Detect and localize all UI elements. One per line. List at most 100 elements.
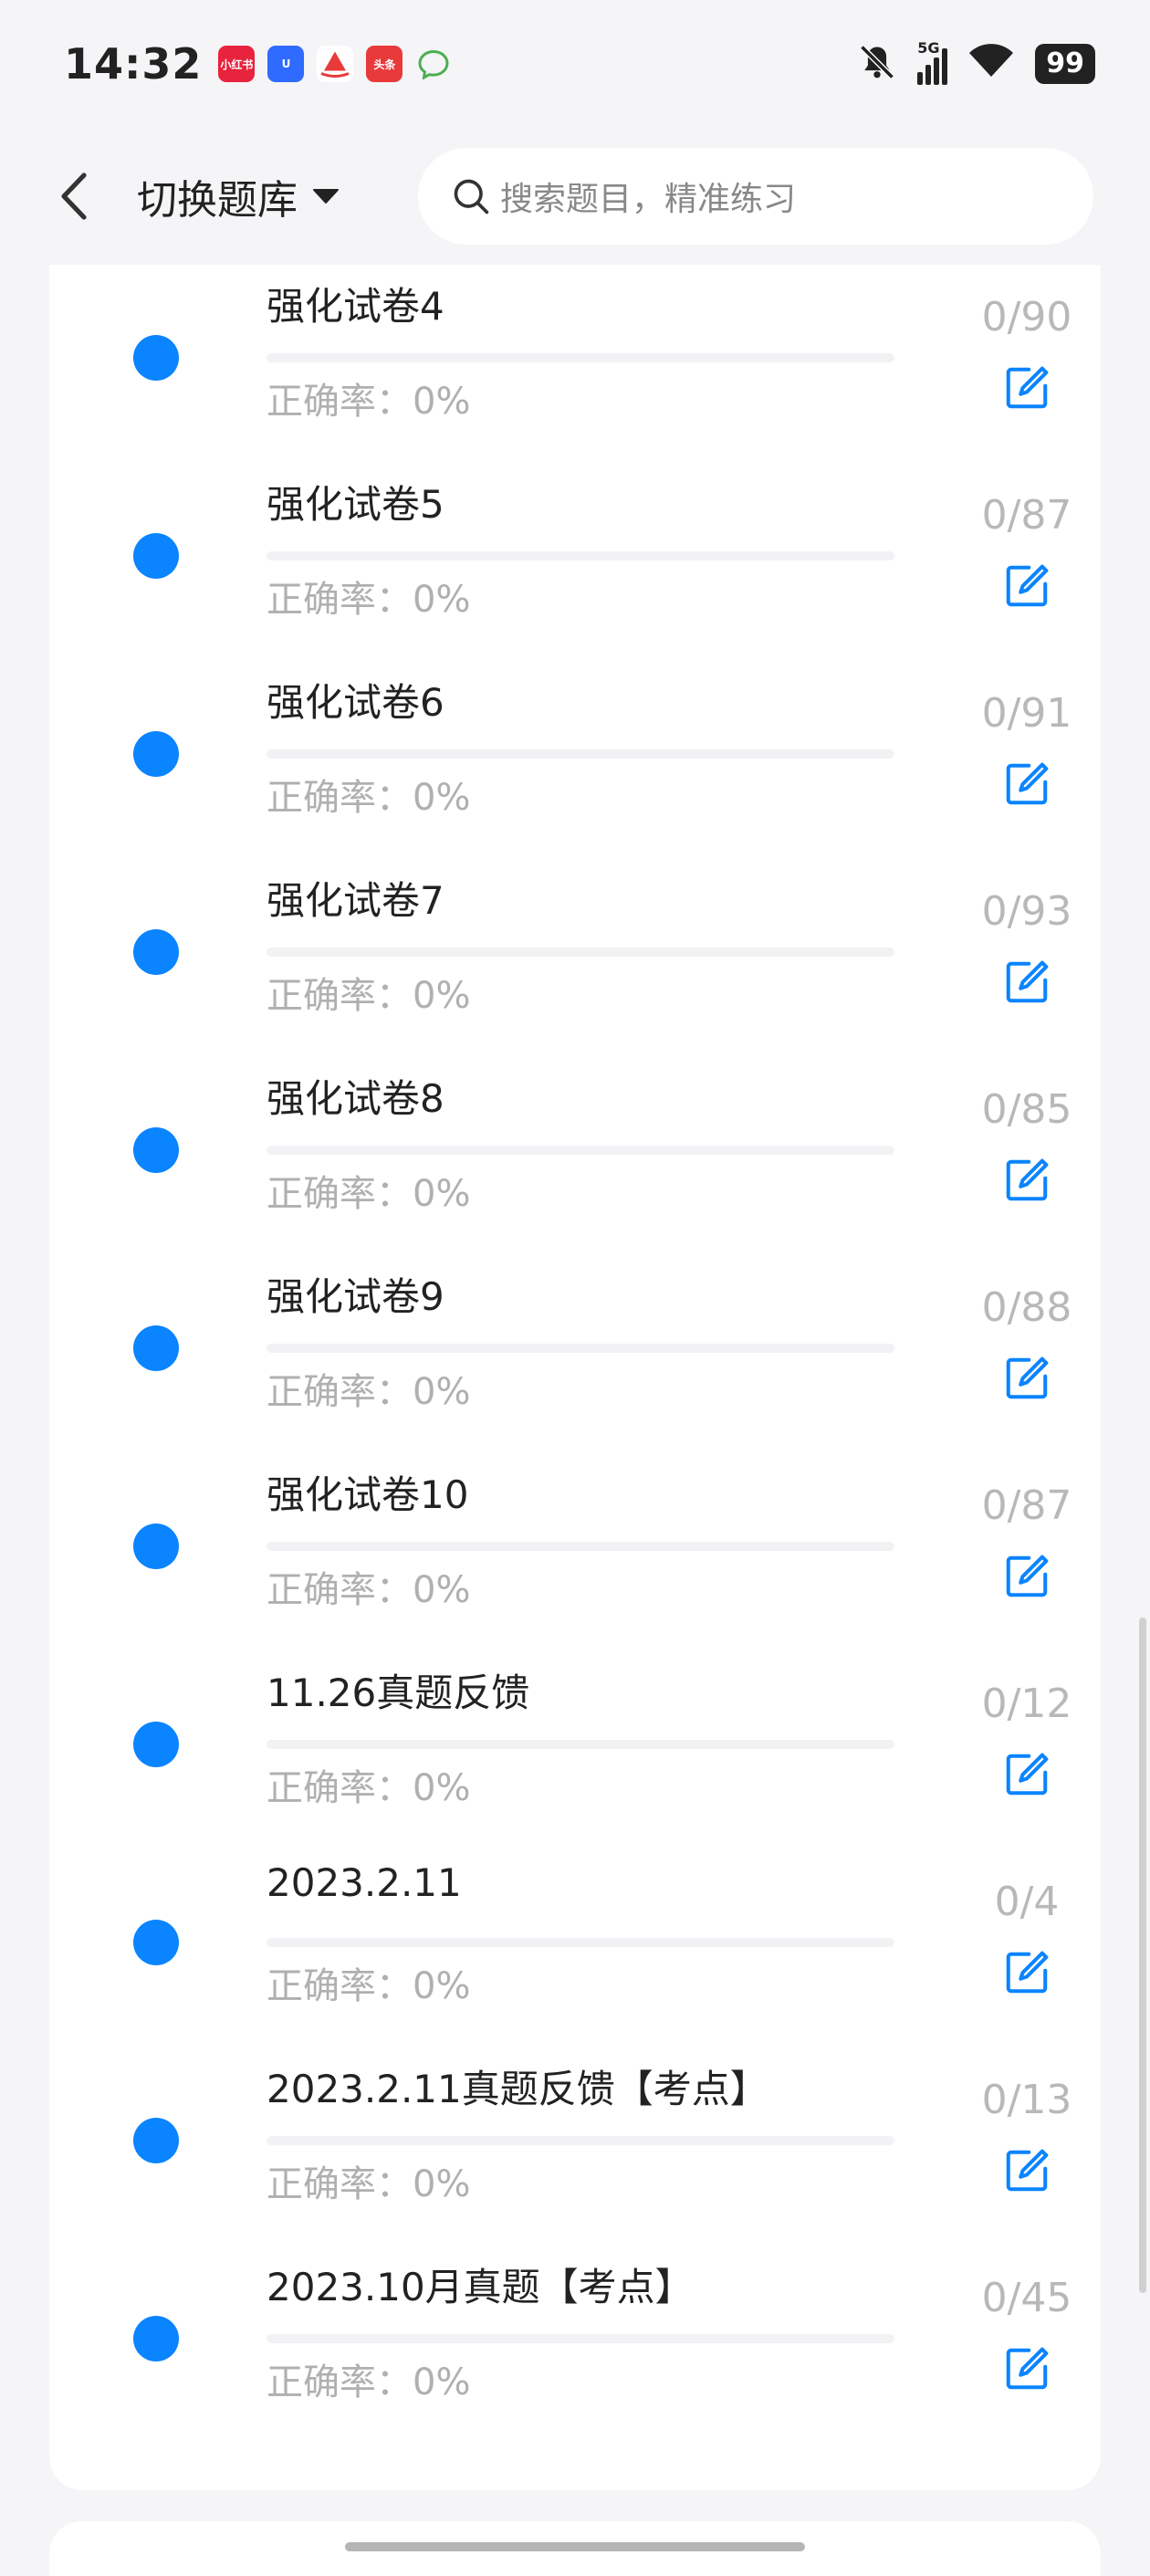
status-dot xyxy=(133,335,179,381)
edit-icon xyxy=(1006,2149,1049,2192)
practice-button[interactable] xyxy=(995,1346,1059,1410)
search-input[interactable]: 搜索题目，精准练习 xyxy=(418,148,1093,245)
search-placeholder: 搜索题目，精准练习 xyxy=(500,181,797,218)
progress-bar xyxy=(267,1938,894,1947)
exam-list-item[interactable]: 强化试卷10 正确率：0% 0/87 xyxy=(49,1448,1101,1646)
exam-list-item[interactable]: 2023.2.11 正确率：0% 0/4 xyxy=(49,1844,1101,2042)
exam-list-item[interactable]: 强化试卷8 正确率：0% 0/85 xyxy=(49,1052,1101,1250)
practice-button[interactable] xyxy=(995,356,1059,420)
exam-title: 2023.2.11 xyxy=(267,1860,462,1905)
scrollbar[interactable] xyxy=(1139,1618,1146,2293)
xiaohongshu-icon: 小红书 xyxy=(218,46,256,82)
search-icon xyxy=(454,179,489,215)
exam-list-item[interactable]: 强化试卷7 正确率：0% 0/93 xyxy=(49,853,1101,1052)
top-nav: 切换题库 搜索题目，精准练习 xyxy=(0,128,1150,265)
question-count: 0/88 xyxy=(981,1284,1072,1331)
accuracy-text: 正确率：0% xyxy=(267,1965,471,2007)
app-icon-text: 小红书 xyxy=(220,58,254,71)
accuracy-text: 正确率：0% xyxy=(267,381,471,423)
exam-list-item[interactable]: 2023.10月真题【考点】 正确率：0% 0/45 xyxy=(49,2240,1101,2438)
exam-title: 强化试卷10 xyxy=(267,1472,469,1517)
switch-question-bank-dropdown[interactable]: 切换题库 xyxy=(137,164,340,228)
question-count: 0/90 xyxy=(981,294,1072,340)
home-indicator[interactable] xyxy=(345,2542,805,2551)
chevron-left-icon xyxy=(61,173,87,220)
exam-list-item[interactable]: 强化试卷6 正确率：0% 0/91 xyxy=(49,655,1101,853)
question-count: 0/45 xyxy=(981,2275,1072,2321)
progress-bar xyxy=(267,551,894,560)
status-dot xyxy=(133,2316,179,2361)
status-dot xyxy=(133,2118,179,2163)
edit-icon xyxy=(1006,366,1049,409)
clock: 14:32 xyxy=(64,39,203,89)
bell-muted-icon xyxy=(857,42,897,86)
chat-bubble-icon xyxy=(415,46,452,82)
bank-switch-label: 切换题库 xyxy=(137,177,298,224)
accuracy-text: 正确率：0% xyxy=(267,975,471,1017)
practice-button[interactable] xyxy=(995,1941,1059,2005)
question-count: 0/87 xyxy=(981,492,1072,539)
exam-list-item[interactable]: 强化试卷9 正确率：0% 0/88 xyxy=(49,1250,1101,1448)
accuracy-text: 正确率：0% xyxy=(267,1569,471,1611)
progress-bar xyxy=(267,2136,894,2145)
question-count: 0/13 xyxy=(981,2077,1072,2123)
status-dot xyxy=(133,1127,179,1173)
back-button[interactable] xyxy=(50,167,96,225)
app-icon-text: 头条 xyxy=(373,58,396,71)
edit-icon xyxy=(1006,1555,1049,1597)
edit-icon xyxy=(1006,1158,1049,1201)
progress-bar xyxy=(267,948,894,957)
question-count: 0/12 xyxy=(981,1681,1072,1727)
progress-bar xyxy=(267,2334,894,2343)
network-type-label: 5G xyxy=(917,39,940,57)
progress-bar xyxy=(267,749,894,759)
exam-title: 强化试卷9 xyxy=(267,1274,444,1319)
edit-icon xyxy=(1006,1753,1049,1796)
accuracy-text: 正确率：0% xyxy=(267,579,471,621)
edit-icon xyxy=(1006,1951,1049,1994)
exam-list-item[interactable]: 2023.2.11真题反馈【考点】 正确率：0% 0/13 xyxy=(49,2042,1101,2240)
toutiao-icon: 头条 xyxy=(366,46,403,82)
accuracy-text: 正确率：0% xyxy=(267,1371,471,1413)
exam-list-item[interactable]: 强化试卷5 正确率：0% 0/87 xyxy=(49,457,1101,655)
practice-button[interactable] xyxy=(995,1743,1059,1806)
exam-list-item[interactable]: 11.26真题反馈 正确率：0% 0/12 xyxy=(49,1646,1101,1844)
notification-app-icons: 小红书 U 头条 xyxy=(218,46,452,82)
question-count: 0/4 xyxy=(994,1879,1060,1925)
accuracy-text: 正确率：0% xyxy=(267,1173,471,1215)
exam-list-item[interactable]: 强化试卷4 正确率：0% 0/90 xyxy=(49,259,1101,457)
exam-title: 强化试卷5 xyxy=(267,482,444,527)
question-count: 0/85 xyxy=(981,1086,1072,1133)
exam-list-card: 强化试卷4 正确率：0% 0/90 强化试卷5 正确率：0% 0/87 强化试卷6 正确率：0… xyxy=(49,265,1101,2490)
accuracy-text: 正确率：0% xyxy=(267,2163,471,2205)
progress-bar xyxy=(267,1146,894,1155)
u-app-icon: U xyxy=(267,46,305,82)
exam-title: 强化试卷6 xyxy=(267,680,444,725)
progress-bar xyxy=(267,1344,894,1353)
exam-title: 强化试卷7 xyxy=(267,878,444,923)
status-dot xyxy=(133,1524,179,1569)
edit-icon xyxy=(1006,1356,1049,1399)
status-dot xyxy=(133,929,179,975)
edit-icon xyxy=(1006,960,1049,1003)
exam-title: 强化试卷8 xyxy=(267,1076,444,1121)
status-bar: 14:32 小红书 U 头条 5G 99 xyxy=(0,0,1150,128)
accuracy-text: 正确率：0% xyxy=(267,2361,471,2403)
boat-app-icon xyxy=(317,46,354,82)
practice-button[interactable] xyxy=(995,2139,1059,2203)
wifi-icon xyxy=(967,43,1015,85)
accuracy-text: 正确率：0% xyxy=(267,1767,471,1809)
question-count: 0/93 xyxy=(981,888,1072,935)
practice-button[interactable] xyxy=(995,1545,1059,1608)
exam-title: 强化试卷4 xyxy=(267,284,444,329)
status-dot xyxy=(133,1722,179,1767)
practice-button[interactable] xyxy=(995,950,1059,1014)
exam-title: 2023.2.11真题反馈【考点】 xyxy=(267,2067,768,2111)
app-icon-text: U xyxy=(281,58,291,70)
status-left: 14:32 小红书 U 头条 xyxy=(64,39,452,89)
practice-button[interactable] xyxy=(995,1148,1059,1212)
practice-button[interactable] xyxy=(995,752,1059,816)
practice-button[interactable] xyxy=(995,2337,1059,2401)
practice-button[interactable] xyxy=(995,554,1059,618)
progress-bar xyxy=(267,353,894,362)
